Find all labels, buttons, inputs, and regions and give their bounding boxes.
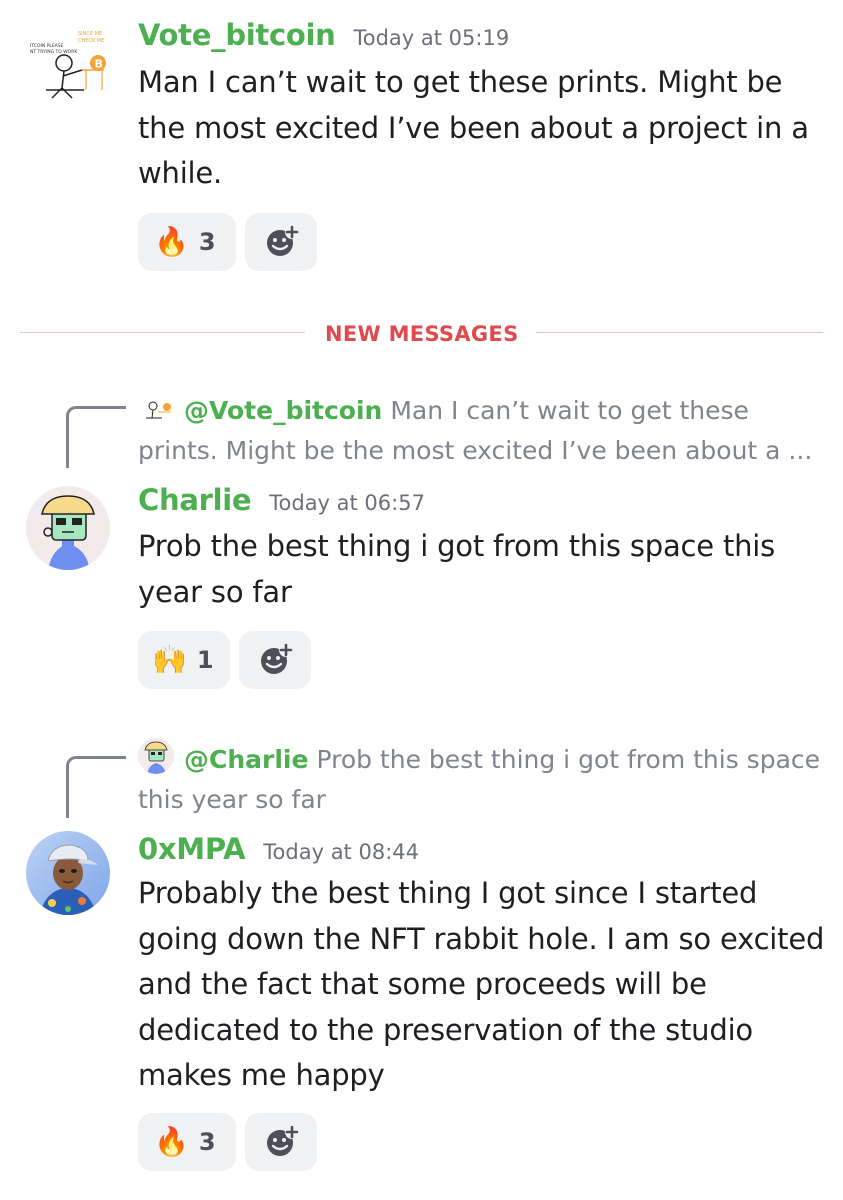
username[interactable]: Vote_bitcoin bbox=[138, 18, 336, 52]
timestamp: Today at 06:57 bbox=[269, 491, 425, 515]
bucket-hat-character-avatar-icon bbox=[26, 486, 110, 570]
username[interactable]: Charlie bbox=[138, 483, 252, 517]
add-reaction-icon bbox=[266, 225, 299, 256]
username[interactable]: 0xMPA bbox=[138, 832, 246, 866]
avatar-vote-bitcoin[interactable]: SINCE ME CHECK ME ITCOIN PLEASE NT TRYIN… bbox=[26, 18, 112, 104]
add-reaction-icon bbox=[260, 643, 293, 674]
reply-mention[interactable]: @Charlie bbox=[184, 745, 308, 774]
reply-mention[interactable]: @Vote_bitcoin bbox=[184, 396, 382, 425]
timestamp: Today at 08:44 bbox=[263, 840, 419, 864]
stick-figure-bitcoin-avatar-icon bbox=[138, 389, 174, 425]
reactions-bar: 🔥 3 bbox=[138, 213, 317, 271]
reply-connector bbox=[66, 406, 126, 468]
reaction-raising-hands[interactable]: 🙌 1 bbox=[138, 631, 230, 689]
svg-text:B: B bbox=[95, 58, 103, 71]
stick-figure-bitcoin-avatar-icon: SINCE ME CHECK ME ITCOIN PLEASE NT TRYIN… bbox=[26, 18, 112, 104]
raising-hands-emoji-icon: 🙌 bbox=[152, 643, 187, 676]
svg-text:CHECK ME: CHECK ME bbox=[78, 38, 104, 44]
svg-text:SINCE ME: SINCE ME bbox=[78, 31, 102, 37]
cap-character-avatar-icon bbox=[26, 831, 110, 915]
message-text: Probably the best thing I got since I st… bbox=[138, 876, 825, 1092]
bucket-hat-character-avatar-icon bbox=[138, 738, 174, 774]
add-reaction-button[interactable] bbox=[244, 1113, 317, 1171]
reply-connector bbox=[66, 756, 126, 818]
fire-emoji-icon: 🔥 bbox=[154, 1125, 189, 1158]
avatar-charlie[interactable] bbox=[26, 486, 110, 570]
reaction-fire[interactable]: 🔥 3 bbox=[138, 213, 236, 271]
svg-text:ITCOIN PLEASE: ITCOIN PLEASE bbox=[30, 43, 64, 49]
message-text: Prob the best thing i got from this spac… bbox=[138, 529, 776, 609]
reaction-count: 1 bbox=[196, 646, 214, 674]
new-messages-divider: NEW MESSAGES bbox=[20, 322, 823, 346]
add-reaction-button[interactable] bbox=[238, 631, 311, 689]
add-reaction-button[interactable] bbox=[244, 213, 317, 271]
avatar-0xmpa[interactable] bbox=[26, 831, 110, 915]
message-text: Man I can’t wait to get these prints. Mi… bbox=[138, 65, 809, 190]
svg-text:NT TRYING TO WORK: NT TRYING TO WORK bbox=[30, 49, 78, 55]
reaction-count: 3 bbox=[198, 228, 216, 256]
reply-preview[interactable]: @Vote_bitcoin Man I can’t wait to get the… bbox=[138, 389, 828, 470]
divider-line-left bbox=[20, 332, 305, 333]
reply-preview[interactable]: @Charlie Prob the best thing i got from t… bbox=[138, 738, 828, 819]
reaction-fire[interactable]: 🔥 3 bbox=[138, 1113, 236, 1171]
replied-user-avatar bbox=[138, 738, 174, 774]
new-messages-label: NEW MESSAGES bbox=[325, 322, 519, 346]
reaction-count: 3 bbox=[198, 1128, 216, 1156]
timestamp: Today at 05:19 bbox=[353, 26, 510, 50]
replied-user-avatar bbox=[138, 389, 174, 425]
reactions-bar: 🔥 3 bbox=[138, 1113, 317, 1171]
fire-emoji-icon: 🔥 bbox=[154, 225, 189, 258]
add-reaction-icon bbox=[266, 1125, 299, 1156]
reactions-bar: 🙌 1 bbox=[138, 631, 311, 689]
divider-line-right bbox=[536, 332, 823, 333]
